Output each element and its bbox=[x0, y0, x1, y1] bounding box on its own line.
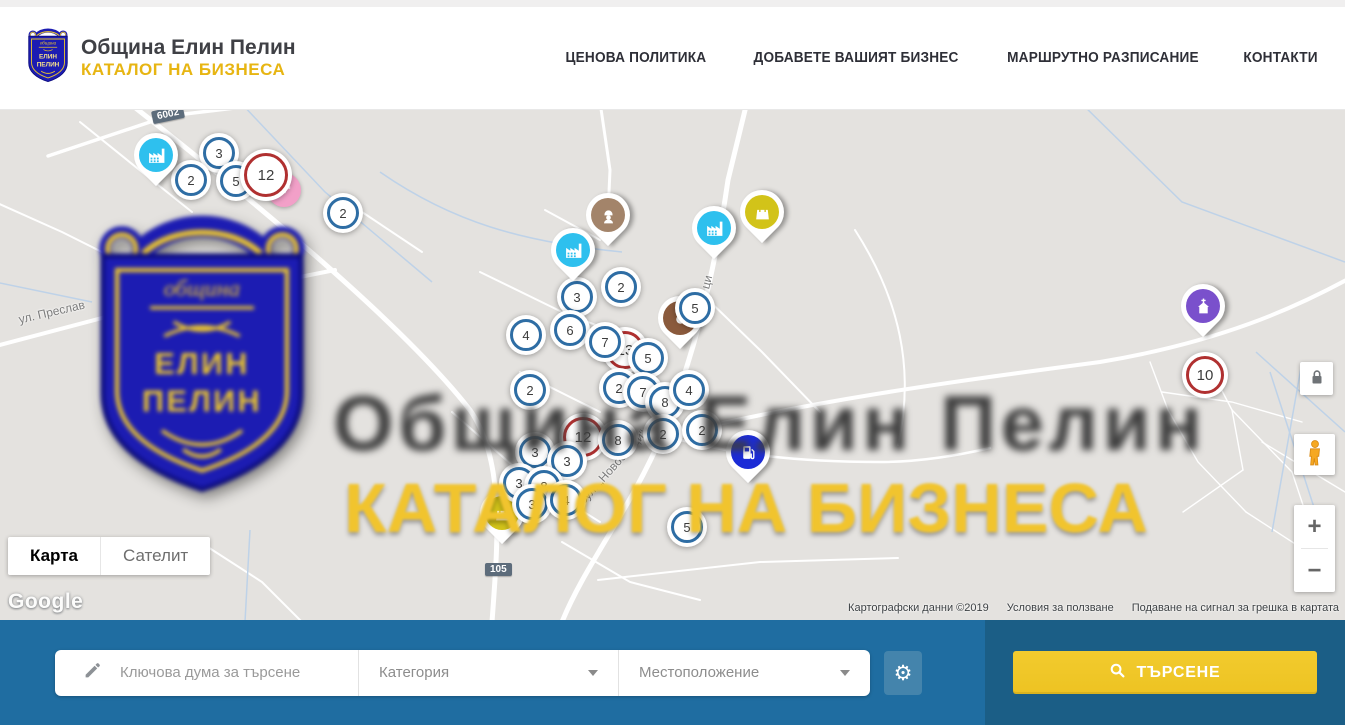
map-type-control: Карта Сателит bbox=[8, 537, 210, 575]
nav-pricing-policy[interactable]: ЦЕНОВА ПОЛИТИКА bbox=[566, 50, 707, 66]
page-top-strip bbox=[0, 0, 1345, 7]
location-select[interactable]: Местоположение bbox=[618, 650, 870, 696]
map-canvas[interactable]: община ЕЛИН ПЕЛИН Община Елин Пелин КАТА… bbox=[0, 110, 1345, 620]
zoom-control: + − bbox=[1294, 505, 1335, 592]
search-bar: Категория Местоположение ⚙ ТЪРСЕНЕ bbox=[0, 620, 1345, 725]
category-pin[interactable] bbox=[551, 228, 595, 272]
church-icon bbox=[1186, 289, 1220, 323]
category-pin[interactable] bbox=[692, 206, 736, 250]
cluster-count: 6 bbox=[554, 314, 586, 346]
keyword-section bbox=[55, 650, 358, 696]
brand[interactable]: община ЕЛИН ПЕЛИН Община Елин Пелин КАТА… bbox=[25, 28, 296, 88]
search-bar-left-panel: Категория Местоположение ⚙ bbox=[0, 620, 985, 725]
shopping-bag-icon bbox=[745, 195, 779, 229]
pencil-icon bbox=[83, 661, 102, 685]
cluster-count: 5 bbox=[632, 342, 664, 374]
factory-icon bbox=[697, 211, 731, 245]
pegman-icon bbox=[1302, 438, 1328, 471]
gear-icon: ⚙ bbox=[894, 661, 913, 685]
cluster-marker[interactable]: 2 bbox=[323, 193, 363, 233]
cluster-count: 5 bbox=[679, 292, 711, 324]
cluster-count: 12 bbox=[244, 153, 288, 197]
site-header: община ЕЛИН ПЕЛИН Община Елин Пелин КАТА… bbox=[0, 7, 1345, 110]
municipality-crest-watermark: община ЕЛИН ПЕЛИН bbox=[84, 213, 320, 497]
zoom-in-button[interactable]: + bbox=[1294, 505, 1335, 548]
category-pin[interactable] bbox=[740, 190, 784, 234]
chevron-down-icon bbox=[840, 670, 850, 676]
search-fields-box: Категория Местоположение bbox=[55, 650, 870, 696]
crest-line2: ПЕЛИН bbox=[142, 385, 262, 419]
report-map-error-link[interactable]: Подаване на сигнал за грешка в картата bbox=[1132, 602, 1339, 614]
category-select-value: Категория bbox=[379, 664, 449, 681]
pegman-street-view[interactable] bbox=[1294, 434, 1335, 475]
cluster-marker[interactable]: 4 bbox=[506, 315, 546, 355]
crest-line2: ПЕЛИН bbox=[37, 62, 60, 69]
cluster-marker[interactable]: 5 bbox=[675, 288, 715, 328]
cluster-marker[interactable]: 7 bbox=[585, 322, 625, 362]
search-button[interactable]: ТЪРСЕНЕ bbox=[1013, 651, 1317, 694]
advanced-settings-button[interactable]: ⚙ bbox=[884, 651, 922, 695]
watermark-subtitle: КАТАЛОГ НА БИЗНЕСА bbox=[344, 468, 1148, 548]
watermark-title: Община Елин Пелин bbox=[333, 378, 1207, 469]
location-select-value: Местоположение bbox=[639, 664, 759, 681]
lock-button[interactable] bbox=[1300, 362, 1333, 395]
google-logo: Google bbox=[8, 590, 83, 614]
crest-line1: ЕЛИН bbox=[39, 53, 57, 60]
cluster-count: 2 bbox=[605, 271, 637, 303]
municipality-crest-logo: община ЕЛИН ПЕЛИН bbox=[25, 28, 71, 88]
map-data-copyright: Картографски данни ©2019 bbox=[848, 602, 989, 614]
brand-title: Община Елин Пелин bbox=[81, 36, 296, 60]
cluster-count: 2 bbox=[327, 197, 359, 229]
cluster-marker[interactable]: 6 bbox=[550, 310, 590, 350]
category-pin[interactable] bbox=[1181, 284, 1225, 328]
search-bar-right-panel: ТЪРСЕНЕ bbox=[985, 620, 1345, 725]
category-select[interactable]: Категория bbox=[358, 650, 618, 696]
padlock-icon bbox=[1308, 368, 1326, 389]
keyword-search-input[interactable] bbox=[118, 663, 352, 682]
main-nav: ЦЕНОВА ПОЛИТИКА ДОБАВЕТЕ ВАШИЯТ БИЗНЕС М… bbox=[561, 50, 1320, 66]
map-type-satellite-button[interactable]: Сателит bbox=[100, 537, 210, 575]
zoom-out-button[interactable]: − bbox=[1294, 549, 1335, 592]
cluster-count: 7 bbox=[589, 326, 621, 358]
factory-icon bbox=[556, 233, 590, 267]
crest-top-word: община bbox=[164, 276, 240, 302]
terms-of-use-link[interactable]: Условия за ползване bbox=[1007, 602, 1114, 614]
cluster-count: 2 bbox=[175, 164, 207, 196]
map-type-map-button[interactable]: Карта bbox=[8, 537, 100, 575]
cluster-marker[interactable]: 12 bbox=[240, 149, 292, 201]
search-icon bbox=[1109, 662, 1126, 684]
cluster-count: 4 bbox=[510, 319, 542, 351]
brand-subtitle: КАТАЛОГ НА БИЗНЕСА bbox=[81, 60, 296, 80]
cluster-marker[interactable]: 2 bbox=[601, 267, 641, 307]
search-button-label: ТЪРСЕНЕ bbox=[1136, 664, 1220, 682]
cluster-count: 3 bbox=[561, 281, 593, 313]
factory-icon bbox=[139, 138, 173, 172]
nav-add-your-business[interactable]: ДОБАВЕТЕ ВАШИЯТ БИЗНЕС bbox=[753, 50, 958, 66]
worker-icon bbox=[591, 198, 625, 232]
road-number-shield: 105 bbox=[485, 563, 512, 576]
chevron-down-icon bbox=[588, 670, 598, 676]
nav-route-schedule[interactable]: МАРШРУТНО РАЗПИСАНИЕ bbox=[1007, 50, 1199, 66]
crest-line1: ЕЛИН bbox=[154, 347, 250, 381]
category-pin[interactable] bbox=[134, 133, 178, 177]
map-attribution: Картографски данни ©2019 Условия за полз… bbox=[848, 602, 1339, 614]
nav-contacts[interactable]: КОНТАКТИ bbox=[1243, 50, 1317, 66]
